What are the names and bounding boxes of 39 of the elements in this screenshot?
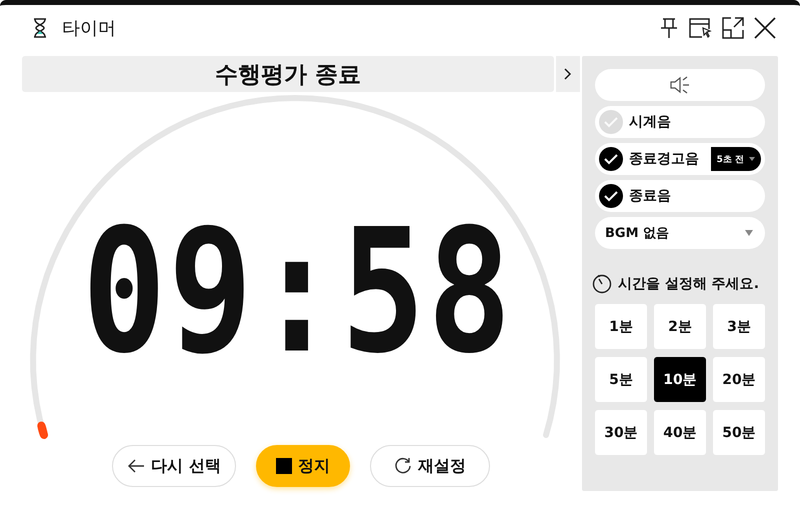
reset-button[interactable]: 재설정 [370,445,490,487]
time-display: 09:58 [82,220,514,366]
hourglass-icon [32,18,48,38]
sound-option[interactable]: 시계음 [595,106,765,138]
sound-option[interactable]: 종료음 [595,180,765,212]
option-label: 종료경고음 [629,150,699,168]
expand-button[interactable] [556,56,580,92]
preset-button[interactable]: 10분 [654,357,706,402]
preset-button[interactable]: 30분 [595,410,647,455]
check-icon[interactable] [599,184,623,208]
preset-button[interactable]: 3분 [713,304,765,349]
fullscreen-icon[interactable] [722,17,744,39]
window-title: 타이머 [62,17,116,40]
sound-option[interactable]: 종료경고음 5초 전 [595,143,765,175]
back-button[interactable]: 다시 선택 [112,445,236,487]
stop-button[interactable]: 정지 [256,445,350,487]
refresh-icon [394,457,412,475]
arrow-left-icon [127,459,146,473]
check-icon[interactable] [599,110,623,134]
prompt-text: 시간을 설정해 주세요. [618,275,760,293]
preset-button[interactable]: 20분 [713,357,765,402]
bgm-select[interactable]: BGM 없음 [595,217,765,249]
timer-title[interactable]: 수행평가 종료 [22,56,554,92]
preset-button[interactable]: 5분 [595,357,647,402]
preset-button[interactable]: 1분 [595,304,647,349]
pin-icon[interactable] [660,17,678,39]
speaker-icon [669,76,691,94]
stopwatch-icon [592,274,612,294]
check-icon[interactable] [599,147,623,171]
option-label: 종료음 [629,187,671,205]
window-cursor-icon[interactable] [688,17,712,39]
chevron-icon [564,68,572,80]
preset-button[interactable]: 50분 [713,410,765,455]
preset-button[interactable]: 40분 [654,410,706,455]
close-icon[interactable] [754,17,776,39]
warning-time-select[interactable]: 5초 전 [710,147,761,171]
preset-button[interactable]: 2분 [654,304,706,349]
stop-icon [276,458,292,474]
option-label: 시계음 [629,113,671,131]
